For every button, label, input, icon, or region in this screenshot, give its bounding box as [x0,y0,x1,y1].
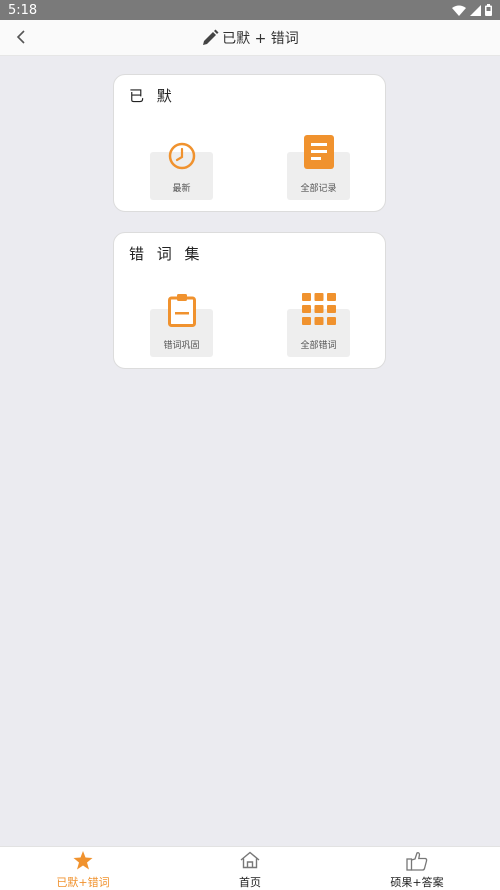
pencil-icon [203,29,219,45]
status-icons [452,4,492,16]
battery-icon [485,4,492,16]
clock-icon [168,142,195,170]
thumbs-up-icon [406,852,428,871]
status-bar: 5:18 [0,0,500,20]
all-wrong-words-label: 全部错词 [300,341,337,351]
home-icon [240,851,260,869]
all-records-label: 全部记录 [300,184,337,194]
nav-item-memorized-wrong-words[interactable]: 已默+错词 [23,847,143,890]
nav-label: 已默+错词 [56,876,110,889]
section-card-wrong-words: 错 词 集 错词巩固 全部错词 [113,232,386,369]
chevron-left-icon [16,30,25,44]
bottom-nav: 已默+错词 首页 硕果+答案 [0,846,500,890]
latest-label: 最新 [172,184,191,194]
star-icon [73,851,93,870]
section-title: 错 词 集 [129,245,204,263]
section-card-memorized: 已 默 最新 全部记录 [113,74,386,212]
review-wrong-words-button[interactable]: 错词巩固 [150,294,213,357]
review-wrong-words-label: 错词巩固 [163,341,200,351]
wifi-icon [452,5,466,16]
nav-item-home[interactable]: 首页 [190,847,310,890]
latest-button[interactable]: 最新 [150,142,213,200]
page-title-group: 已默 + 错词 [201,28,299,48]
page-title: 已默 + 错词 [222,30,299,47]
all-records-button[interactable]: 全部记录 [287,135,350,200]
clipboard-icon [167,294,196,327]
grid-icon [301,293,336,325]
app-bar: 已默 + 错词 [0,20,500,56]
status-time: 5:18 [8,2,38,18]
nav-item-achievements-answers[interactable]: 硕果+答案 [357,847,477,890]
section-title: 已 默 [129,87,176,105]
back-button[interactable] [8,24,34,50]
all-wrong-words-button[interactable]: 全部错词 [287,293,350,357]
nav-label: 硕果+答案 [390,876,444,889]
document-icon [303,135,334,169]
signal-icon [470,4,481,16]
nav-label: 首页 [239,876,261,889]
